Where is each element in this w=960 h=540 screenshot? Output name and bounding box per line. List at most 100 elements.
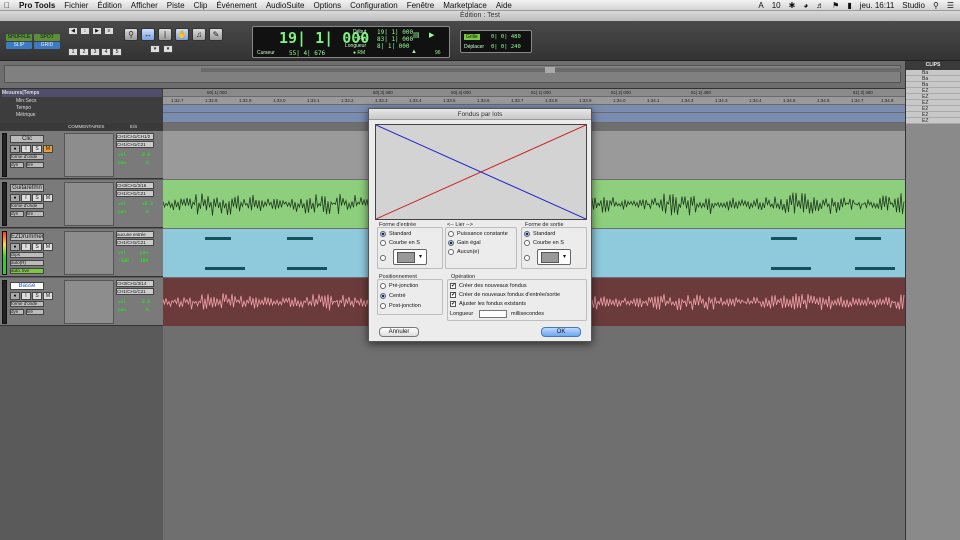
track-header-guitaretmn[interactable]: Guitaretmn ● I S M forme d'onde dyn lire… (0, 180, 163, 228)
zoom-preset-4[interactable]: 4 (101, 48, 111, 56)
output-selector[interactable]: CH1/CH1/C21 (116, 190, 154, 197)
solo-button[interactable]: S (32, 194, 42, 202)
ruler-bars-beats[interactable]: Mesures|Temps (2, 89, 162, 97)
fade-out-custom-radio[interactable] (524, 255, 533, 261)
comments-field[interactable] (64, 231, 114, 275)
pencil-tool-icon[interactable]: ✎ (209, 28, 223, 41)
midi-note[interactable] (287, 237, 313, 240)
overview-viewbox[interactable] (545, 67, 555, 73)
menu-app[interactable]: Pro Tools (19, 1, 55, 10)
track-dyn[interactable]: dyn (10, 211, 24, 217)
start-value[interactable]: 19| 1| 000 (377, 29, 413, 36)
clip-item[interactable]: EZ (906, 118, 960, 124)
zoom-preset-3[interactable]: 3 (90, 48, 100, 56)
record-enable-icon[interactable]: ● (10, 243, 20, 251)
post-splice-radio[interactable]: Post-jonction (380, 303, 421, 309)
user-name[interactable]: Studio (902, 1, 925, 10)
pan-value[interactable]: 0 (146, 161, 149, 166)
minsecs-ruler[interactable]: 1:32.7 1:32.8 1:32.9 1:33.0 1:33.1 1:33.… (163, 97, 905, 105)
output-selector[interactable]: CH1/CH1/C21 (116, 239, 154, 246)
record-enable-icon[interactable]: ● (10, 145, 20, 153)
mute-button[interactable]: M (43, 292, 53, 300)
vol-value[interactable]: 0.0 (142, 300, 150, 305)
centered-radio[interactable]: Centré (380, 293, 406, 299)
automation-mode[interactable]: auto. live (10, 268, 44, 274)
track-name[interactable]: Basse (10, 282, 44, 290)
pan-value[interactable]: 0 (146, 210, 149, 215)
midi-note[interactable] (205, 237, 231, 240)
battery-icon[interactable]: ▮ (847, 1, 851, 10)
trim-menu-arrow-icon[interactable]: ▾ (150, 45, 160, 53)
menu-audiosuite[interactable]: AudioSuite (266, 1, 305, 10)
fade-in-custom-radio[interactable] (380, 255, 389, 261)
record-icon[interactable]: ● RM (353, 50, 365, 56)
input-monitor-icon[interactable]: I (21, 194, 31, 202)
input-monitor-icon[interactable]: I (21, 292, 31, 300)
midi-note[interactable] (287, 267, 327, 270)
mode-slip[interactable]: SLIP (6, 42, 32, 49)
pan-value[interactable]: 100 (140, 259, 148, 264)
end-value[interactable]: 83| 1| 000 (377, 36, 413, 43)
adobe-icon[interactable]: A (758, 1, 763, 10)
grabber-menu-arrow-icon[interactable]: ▾ (163, 45, 173, 53)
track-view-selector[interactable]: forme d'onde (10, 301, 44, 307)
zoom-waveform-icon[interactable]: ≡ (104, 27, 114, 35)
fade-in-shape-selector[interactable]: ▾ (393, 249, 427, 265)
mute-button[interactable]: M (43, 243, 53, 251)
menu-fichier[interactable]: Fichier (64, 1, 88, 10)
fade-length-input[interactable] (479, 310, 507, 318)
vol-value[interactable]: +0.3 (142, 202, 153, 207)
zoom-arrows-icon[interactable]: ↕ (80, 27, 90, 35)
mode-grid[interactable]: GRID (34, 42, 60, 49)
volume-icon[interactable]: ♬ (816, 1, 824, 10)
fade-out-scurve-radio[interactable]: Courbe en S (524, 240, 564, 246)
input-selector[interactable]: CH3/CH1/3/14 (116, 280, 154, 287)
clock[interactable]: jeu. 16:11 (860, 1, 895, 10)
midi-note[interactable] (205, 267, 245, 270)
wifi-icon[interactable]: ◕ (803, 1, 808, 10)
automation-mode[interactable]: lire (26, 162, 44, 168)
zoom-arrow-left-icon[interactable]: ◀ (68, 27, 78, 35)
universe-overview[interactable] (0, 61, 905, 89)
record-enable-icon[interactable]: ● (10, 292, 20, 300)
zoom-tool-icon[interactable]: ⚲ (124, 28, 138, 41)
speaker-icon[interactable]: ▶ (429, 31, 434, 39)
adjust-existing-fades-checkbox[interactable]: ✓ Ajuster les fondus existants (450, 301, 526, 307)
input-monitor-icon[interactable]: I (21, 145, 31, 153)
solo-button[interactable]: S (32, 145, 42, 153)
solo-button[interactable]: S (32, 292, 42, 300)
clips-panel-title[interactable]: CLIPS (906, 61, 960, 70)
track-view-selector[interactable]: forme d'onde (10, 203, 44, 209)
solo-button[interactable]: S (32, 243, 42, 251)
fade-out-standard-radio[interactable]: Standard (524, 231, 555, 237)
ruler-meter[interactable]: Métrique (2, 111, 162, 119)
notifications-icon[interactable]: ☰ (947, 1, 954, 10)
vol-value[interactable]: 0.0 (142, 153, 150, 158)
fade-in-scurve-radio[interactable]: Courbe en S (380, 240, 420, 246)
track-dyn[interactable]: auto(R) (10, 260, 44, 266)
link-equal-gain-radio[interactable]: Gain égal (448, 240, 481, 246)
bars-ruler[interactable]: 50| 1| 000 50| 3| 480 50| 4| 000 51| 1| … (163, 89, 905, 97)
grabber-tool-icon[interactable]: ✋ (175, 28, 189, 41)
mode-spot[interactable]: SPOT (34, 34, 60, 41)
comments-field[interactable] (64, 280, 114, 324)
track-dyn[interactable]: dyn (10, 162, 24, 168)
track-header-clic[interactable]: Clic ● I S M forme d'onde dyn lire CH1/C… (0, 131, 163, 179)
mute-button[interactable]: M (43, 194, 53, 202)
selector-tool-icon[interactable]: | (158, 28, 172, 41)
mode-shuffle[interactable]: SHUFFLE (6, 34, 32, 41)
link-none-radio[interactable]: Aucun(e) (448, 249, 479, 255)
zoom-arrow-right-icon[interactable]: ▶ (92, 27, 102, 35)
midi-note[interactable] (855, 237, 881, 240)
fade-out-shape-selector[interactable]: ▾ (537, 249, 571, 265)
menu-options[interactable]: Options (314, 1, 342, 10)
fade-in-standard-radio[interactable]: Standard (380, 231, 411, 237)
midi-note[interactable] (771, 237, 797, 240)
nudge-value[interactable]: 0| 0| 240 (491, 44, 521, 50)
track-name[interactable]: Guitaretmn (10, 184, 44, 192)
scrubber-tool-icon[interactable]: ♫ (192, 28, 206, 41)
record-enable-icon[interactable]: ● (10, 194, 20, 202)
menu-configuration[interactable]: Configuration (350, 1, 398, 10)
grid-label[interactable]: Grille (464, 34, 480, 40)
vol-value[interactable]: -100 (118, 259, 129, 264)
